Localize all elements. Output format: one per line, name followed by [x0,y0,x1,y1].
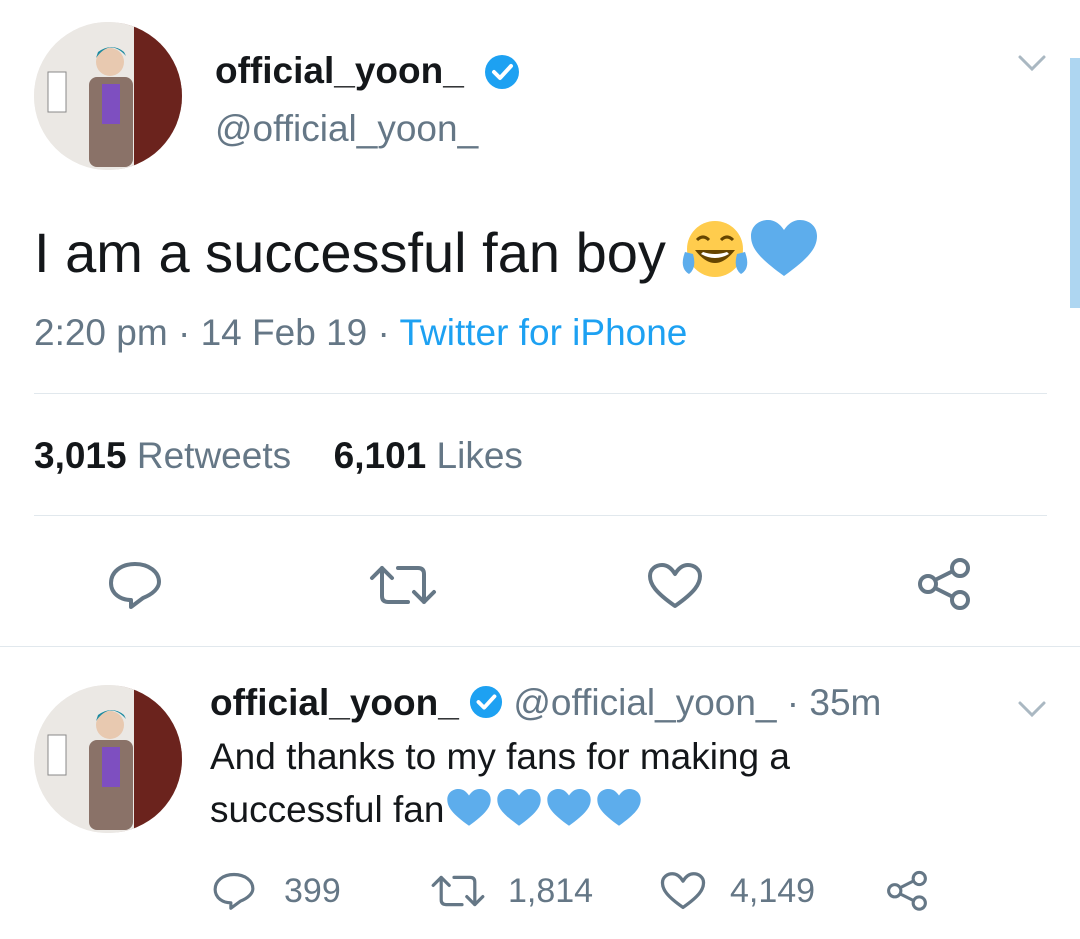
retweet-count: 1,814 [508,871,594,910]
avatar[interactable] [34,22,182,170]
like-icon[interactable] [660,871,706,911]
reply-text-content: successful fan [210,789,445,830]
retweets-label: Retweets [136,435,292,476]
meta-separator: · [377,312,390,353]
divider [0,646,1080,647]
reply-action[interactable]: 399 [212,866,341,916]
blue-heart-icon [749,220,819,278]
chevron-down-icon[interactable] [1016,52,1048,74]
verified-badge-icon [469,685,503,719]
reply-icon[interactable] [107,560,163,610]
handle[interactable]: @official_yoon_ [215,108,478,150]
retweet-icon[interactable] [368,562,438,608]
handle[interactable]: @official_yoon_ [513,682,776,723]
tweet-time: 2:20 pm [34,312,168,353]
share-icon[interactable] [884,869,930,911]
reply-count: 399 [284,871,341,910]
reply-header: official_yoon_ @official_yoon_ · 35m [210,682,881,724]
reply-text-line1: And thanks to my fans for making a [210,736,790,777]
tweet-age: 35m [809,682,882,723]
likes-label: Likes [436,435,523,476]
retweet-action[interactable]: 1,814 [430,866,593,916]
avatar-photo [34,685,182,833]
blue-heart-icon [546,788,592,828]
chevron-down-icon[interactable] [1016,698,1048,720]
share-icon[interactable] [914,556,974,610]
tweet-source-link[interactable]: Twitter for iPhone [399,312,687,353]
retweets-stat[interactable]: 3,015 Retweets [34,435,301,476]
meta-separator: · [177,312,191,353]
blue-heart-icon [446,788,492,828]
tweet-date: 14 Feb 19 [200,312,368,353]
blue-heart-icon [496,788,542,828]
retweets-count: 3,015 [34,435,127,476]
tweet-stats: 3,015 Retweets 6,101 Likes [34,435,523,477]
retweet-icon[interactable] [430,872,486,910]
avatar-photo [34,22,182,170]
display-name[interactable]: official_yoon_ [210,682,459,723]
like-icon[interactable] [647,562,703,610]
divider [34,515,1047,516]
meta-separator: · [786,682,800,723]
avatar[interactable] [34,685,182,833]
reply-icon[interactable] [212,871,256,911]
like-count: 4,149 [730,871,816,910]
likes-stat[interactable]: 6,101 Likes [334,435,523,476]
reply-text-line2: successful fan [210,788,642,831]
verified-badge-icon [484,54,520,90]
likes-count: 6,101 [333,435,427,476]
face-with-tears-of-joy-icon [681,218,749,280]
tweet-meta: 2:20 pm · 14 Feb 19 · Twitter for iPhone [34,312,687,354]
tweet-text-content: I am a successful fan boy [34,221,666,284]
scrollbar[interactable] [1070,58,1080,308]
divider [34,393,1047,394]
like-action[interactable]: 4,149 [660,866,815,916]
display-name[interactable]: official_yoon_ [215,50,464,92]
tweet-text: I am a successful fan boy [34,218,819,285]
blue-heart-icon [596,788,642,828]
